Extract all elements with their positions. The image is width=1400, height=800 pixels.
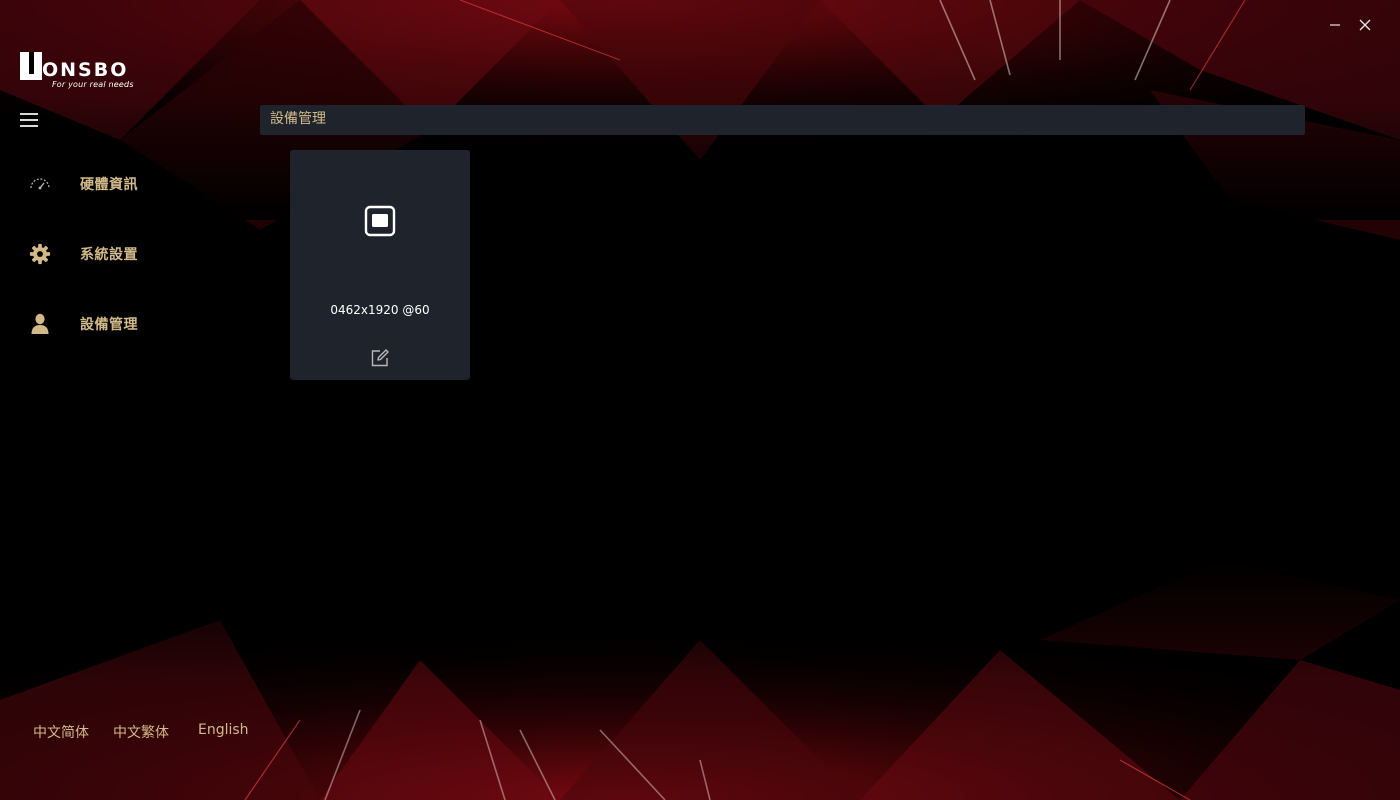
logo-j-mark <box>20 52 42 80</box>
speedometer-icon <box>20 164 60 204</box>
gear-icon <box>20 234 60 274</box>
nav-item-system-settings[interactable]: 系統設置 <box>20 234 240 274</box>
nav-item-device-management[interactable]: 設備管理 <box>20 304 240 344</box>
language-simplified-chinese[interactable]: 中文简体 <box>33 722 89 742</box>
minimize-icon <box>1330 24 1340 26</box>
menu-toggle-button[interactable] <box>18 110 40 130</box>
logo-brand: ONSBO <box>20 52 128 80</box>
language-english[interactable]: English <box>198 722 249 738</box>
nav-label-device-management: 設備管理 <box>80 317 138 333</box>
close-icon <box>1359 19 1371 31</box>
display-icon <box>364 205 396 237</box>
nav-item-hardware-info[interactable]: 硬體資訊 <box>20 164 240 204</box>
logo-brand-text: ONSBO <box>42 59 129 81</box>
close-button[interactable] <box>1352 12 1378 38</box>
content-header: 設備管理 <box>260 105 1305 135</box>
nav-label-system-settings: 系統設置 <box>80 247 138 263</box>
minimize-button[interactable] <box>1322 12 1348 38</box>
logo-tagline: For your real needs <box>52 80 134 89</box>
device-resolution: 0462x1920 @60 <box>330 303 430 317</box>
app-window: ONSBO For your real needs 硬體資訊 系統設置 設備管理… <box>0 0 1400 800</box>
user-icon <box>20 304 60 344</box>
device-card[interactable]: 0462x1920 @60 <box>290 150 470 380</box>
jonsbo-logo: ONSBO For your real needs <box>20 52 150 92</box>
page-title: 設備管理 <box>270 111 326 127</box>
language-traditional-chinese[interactable]: 中文繁体 <box>113 722 169 742</box>
nav-label-hardware-info: 硬體資訊 <box>80 177 138 193</box>
edit-icon[interactable] <box>369 347 391 369</box>
